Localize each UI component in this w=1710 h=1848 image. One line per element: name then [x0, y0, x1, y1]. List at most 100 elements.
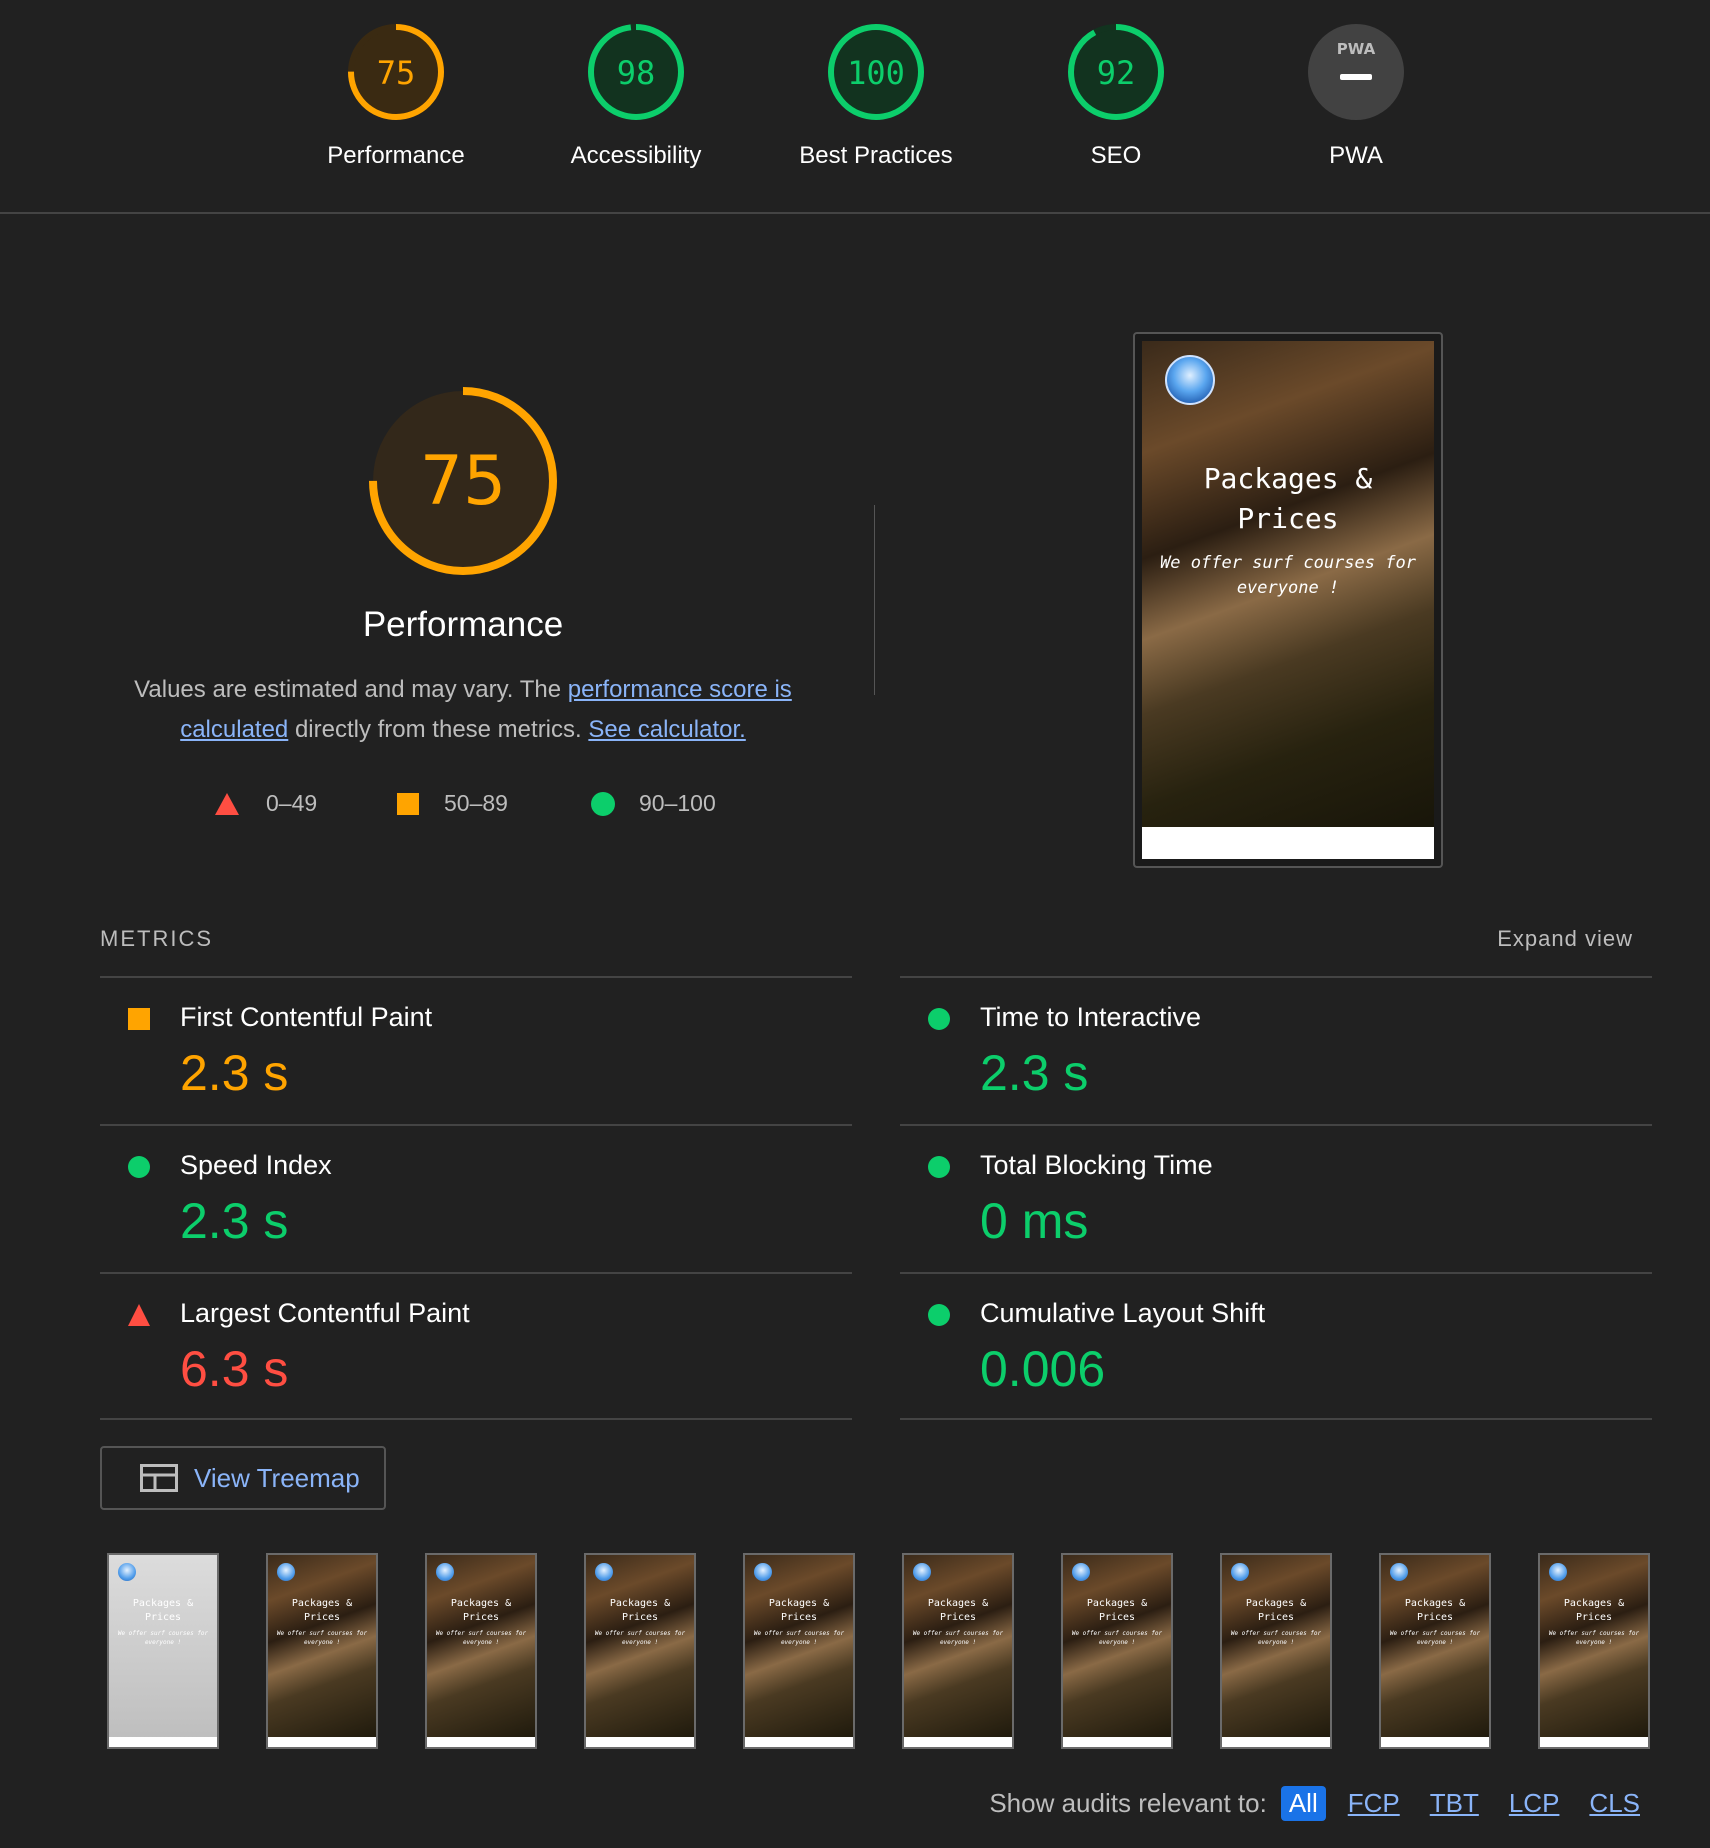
frame-subheading: We offer surf courses for everyone !	[1381, 1629, 1489, 1647]
metric-speed-index: Speed Index 2.3 s	[100, 1124, 852, 1272]
expand-view-toggle[interactable]: Expand view	[1497, 926, 1633, 952]
category-performance[interactable]: 75 Performance	[276, 22, 516, 170]
sub-line: We offer surf courses for	[1160, 553, 1416, 573]
heading-line: Packages &	[609, 1598, 671, 1609]
treemap-icon	[140, 1464, 178, 1492]
metric-title: Speed Index	[180, 1150, 332, 1180]
site-logo-icon	[118, 1563, 136, 1581]
legend-average: 50–89	[396, 790, 508, 817]
site-logo-icon	[277, 1563, 295, 1581]
triangle-icon	[128, 1304, 150, 1326]
metric-value: 0.006	[980, 1341, 1106, 1397]
filter-lcp[interactable]: LCP	[1501, 1786, 1568, 1821]
sub-line: We offer surf courses for	[1071, 1630, 1163, 1637]
filmstrip-frame: Packages & Prices We offer surf courses fo…	[584, 1553, 696, 1749]
metrics-divider	[100, 1418, 852, 1420]
sub-line: We offer surf courses for	[1230, 1630, 1322, 1637]
category-label: Accessibility	[570, 142, 702, 169]
metric-lcp: Largest Contentful Paint 6.3 s	[100, 1272, 852, 1420]
heading-line: Prices	[303, 1612, 341, 1623]
metric-title: Time to Interactive	[980, 1002, 1202, 1032]
site-logo-icon	[913, 1563, 931, 1581]
frame-subheading: We offer surf courses for everyone !	[904, 1629, 1012, 1647]
gauge-score: 92	[1097, 54, 1136, 92]
category-accessibility[interactable]: 98 Accessibility	[516, 22, 756, 170]
filter-all[interactable]: All	[1280, 1786, 1326, 1821]
heading-line: Prices	[939, 1612, 977, 1623]
category-label: PWA	[1329, 142, 1383, 169]
filter-tbt[interactable]: TBT	[1422, 1786, 1487, 1821]
frame-bottom-bar	[904, 1737, 1012, 1747]
sub-line: everyone !	[144, 1639, 182, 1646]
metric-value: 2.3 s	[180, 1193, 289, 1249]
frame-subheading: We offer surf courses for everyone !	[1540, 1629, 1648, 1647]
frame-subheading: We offer surf courses for everyone !	[586, 1629, 694, 1647]
sub-line: everyone !	[939, 1639, 977, 1646]
filter-cls[interactable]: CLS	[1581, 1786, 1648, 1821]
frame-bottom-bar	[1222, 1737, 1330, 1747]
category-best-practices[interactable]: 100 Best Practices	[756, 22, 996, 170]
screenshot-subheading: We offer surf courses for everyone !	[1142, 551, 1434, 601]
triangle-icon	[215, 792, 239, 815]
legend-pass: 90–100	[591, 790, 716, 817]
performance-title: Performance	[362, 605, 564, 644]
heading-line: Packages &	[1245, 1598, 1307, 1609]
pwa-icon: PWA	[1308, 24, 1404, 120]
site-logo-icon	[1165, 355, 1215, 405]
frame-heading: Packages & Prices	[1381, 1597, 1489, 1625]
category-pwa[interactable]: PWA PWA	[1236, 22, 1476, 170]
sub-line: everyone !	[303, 1639, 341, 1646]
view-treemap-button[interactable]: View Treemap	[100, 1446, 386, 1510]
filmstrip-frame: Packages & Prices We offer surf courses fo…	[425, 1553, 537, 1749]
heading-line: Packages &	[768, 1598, 830, 1609]
treemap-label: View Treemap	[194, 1462, 360, 1493]
metric-fcp: First Contentful Paint 2.3 s	[100, 976, 852, 1124]
category-seo[interactable]: 92 SEO	[996, 22, 1236, 170]
performance-description: Values are estimated and may vary. The p…	[120, 670, 806, 750]
heading-line: Packages &	[450, 1598, 512, 1609]
heading-line: Packages &	[291, 1598, 353, 1609]
heading-line: Prices	[462, 1612, 500, 1623]
frame-heading: Packages & Prices	[1222, 1597, 1330, 1625]
filmstrip-frame: Packages & Prices We offer surf courses fo…	[743, 1553, 855, 1749]
calculator-link[interactable]: See calculator.	[588, 716, 745, 743]
gauge-performance: 75	[348, 24, 444, 120]
frame-heading: Packages & Prices	[1063, 1597, 1171, 1625]
sub-line: everyone !	[1416, 1639, 1454, 1646]
desc-text: Values are estimated and may vary. The	[134, 676, 568, 703]
filmstrip-frame: Packages & Prices We offer surf courses fo…	[266, 1553, 378, 1749]
sub-line: everyone !	[780, 1639, 818, 1646]
frame-bottom-bar	[586, 1737, 694, 1747]
frame-heading: Packages & Prices	[586, 1597, 694, 1625]
sub-line: everyone !	[1575, 1639, 1613, 1646]
gauge-score: 98	[617, 54, 656, 92]
filmstrip-frame: Packages & Prices We offer surf courses fo…	[902, 1553, 1014, 1749]
filter-fcp[interactable]: FCP	[1340, 1786, 1408, 1821]
legend-range: 0–49	[266, 790, 318, 816]
heading-line: Prices	[780, 1612, 818, 1623]
filmstrip-frame: Packages & Prices We offer surf courses fo…	[107, 1553, 219, 1749]
category-label: SEO	[1090, 142, 1142, 169]
filmstrip-frame: Packages & Prices We offer surf courses fo…	[1379, 1553, 1491, 1749]
heading-line: Prices	[1237, 502, 1339, 535]
filmstrip-frame: Packages & Prices We offer surf courses fo…	[1061, 1553, 1173, 1749]
category-label: Performance	[327, 142, 465, 169]
site-logo-icon	[754, 1563, 772, 1581]
legend-fail: 0–49	[214, 790, 317, 817]
heading-line: Packages &	[132, 1598, 194, 1609]
final-screenshot: Packages & Prices We offer surf courses …	[1142, 341, 1434, 859]
metric-value: 0 ms	[980, 1193, 1089, 1249]
filmstrip-frame: Packages & Prices We offer surf courses fo…	[1220, 1553, 1332, 1749]
site-logo-icon	[1231, 1563, 1249, 1581]
circle-icon	[928, 1304, 950, 1326]
metric-value: 2.3 s	[980, 1045, 1089, 1101]
gauge-score: 100	[847, 54, 905, 92]
sub-line: everyone !	[1098, 1639, 1136, 1646]
frame-subheading: We offer surf courses for everyone !	[1222, 1629, 1330, 1647]
sub-line: We offer surf courses for	[1548, 1630, 1640, 1637]
frame-bottom-bar	[109, 1737, 217, 1747]
sub-line: We offer surf courses for	[1389, 1630, 1481, 1637]
frame-heading: Packages & Prices	[109, 1597, 217, 1625]
site-logo-icon	[1072, 1563, 1090, 1581]
frame-bottom-bar	[1540, 1737, 1648, 1747]
